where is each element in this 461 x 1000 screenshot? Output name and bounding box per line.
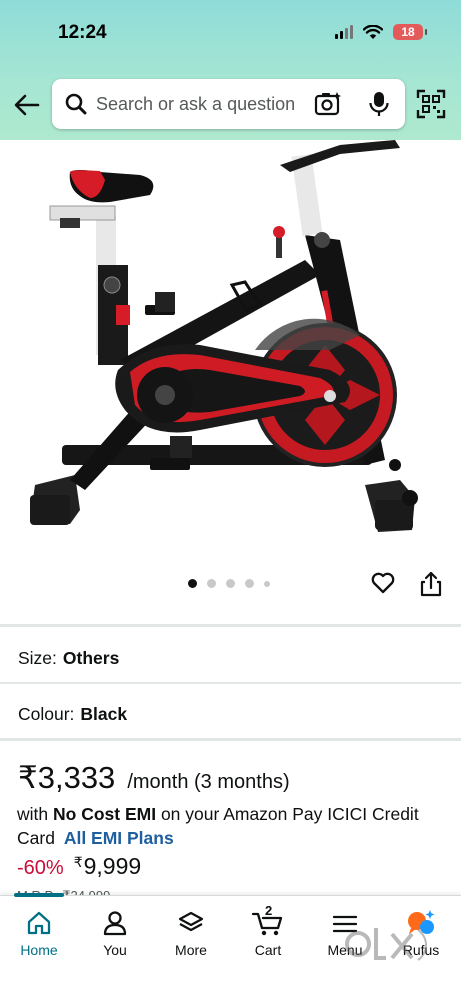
wifi-icon <box>363 24 383 39</box>
sale-price-value: 9,999 <box>83 853 142 879</box>
tab-cart[interactable]: 2 Cart <box>230 903 306 958</box>
tab-you[interactable]: You <box>77 906 153 958</box>
pagination-dot[interactable] <box>207 579 216 588</box>
discount-percent: -60% <box>17 857 64 879</box>
divider <box>0 738 461 741</box>
tab-label: More <box>175 942 207 958</box>
price-row: -60% ₹9,999 <box>17 853 141 880</box>
colour-value: Black <box>80 704 128 724</box>
tab-label: Cart <box>254 942 282 958</box>
home-icon <box>27 911 51 935</box>
emi-description: with No Cost EMI on your Amazon Pay ICIC… <box>17 802 447 850</box>
tab-label: You <box>103 942 127 958</box>
pagination-dot[interactable] <box>188 579 197 588</box>
status-icons: 18 <box>335 24 427 40</box>
sale-price: ₹9,999 <box>74 853 141 880</box>
battery-indicator: 18 <box>393 24 427 40</box>
search-bar[interactable] <box>52 79 405 129</box>
product-image[interactable] <box>0 140 461 560</box>
tab-home[interactable]: Home <box>1 906 77 958</box>
size-selector[interactable]: Size: Others <box>18 648 119 669</box>
search-input[interactable] <box>96 91 308 117</box>
pagination-dot[interactable] <box>226 579 235 588</box>
colour-label: Colour: <box>18 704 75 724</box>
colour-selector[interactable]: Colour: Black <box>18 704 127 725</box>
emi-amount: ₹3,333 <box>18 760 116 795</box>
active-tab-indicator <box>14 893 64 897</box>
microphone-icon[interactable] <box>368 90 390 118</box>
emi-price: ₹3,333 /month (3 months) <box>18 760 290 796</box>
header: 12:24 18 <box>0 0 461 140</box>
size-label: Size: <box>18 648 57 668</box>
back-arrow-icon[interactable] <box>12 90 42 120</box>
tab-more[interactable]: More <box>153 906 229 958</box>
no-cost-emi-text: No Cost EMI <box>53 804 157 824</box>
olx-watermark-logo <box>345 928 427 961</box>
pagination-dot[interactable] <box>245 579 254 588</box>
camera-search-icon[interactable] <box>314 91 342 117</box>
share-icon[interactable] <box>418 570 444 598</box>
search-icon <box>65 93 87 115</box>
emi-with-text: with <box>17 804 49 824</box>
status-time: 12:24 <box>58 22 107 43</box>
emi-period: /month (3 months) <box>127 771 290 793</box>
tab-label: Home <box>20 942 58 958</box>
divider <box>0 682 461 684</box>
pagination-dot[interactable] <box>264 580 270 587</box>
cellular-signal-icon <box>335 25 353 39</box>
currency-symbol: ₹ <box>73 854 83 870</box>
all-emi-plans-link[interactable]: All EMI Plans <box>64 828 174 848</box>
size-value: Others <box>62 648 120 668</box>
wishlist-heart-icon[interactable] <box>370 570 396 596</box>
qr-scanner-icon[interactable] <box>416 89 446 119</box>
layers-icon <box>178 911 204 932</box>
person-icon <box>103 911 127 936</box>
cart-count-badge: 2 <box>265 903 273 918</box>
image-pagination[interactable] <box>188 579 270 588</box>
divider <box>0 624 461 627</box>
